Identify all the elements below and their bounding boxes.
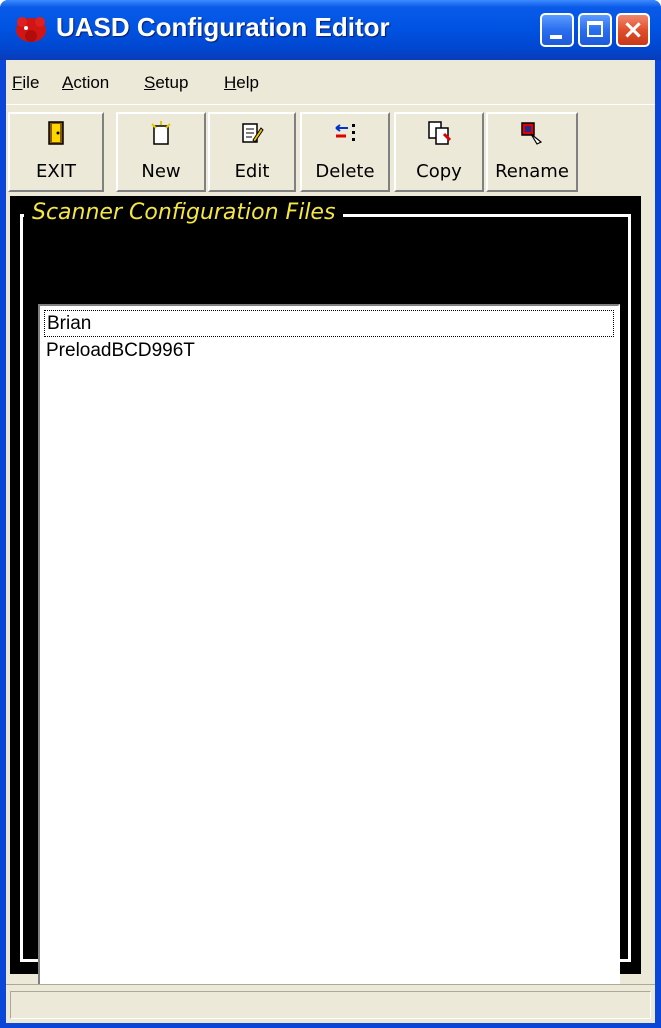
copy-document-icon [428, 121, 452, 145]
menu-help-accel: H [224, 73, 237, 92]
toolbar: EXIT New Edit Delete Copy Rename [6, 106, 655, 192]
exit-label: EXIT [35, 161, 76, 182]
menu-help-label: elp [236, 73, 259, 92]
delete-button[interactable]: Delete [300, 112, 390, 192]
menu-action-label: ction [73, 73, 110, 92]
delete-label: Delete [315, 161, 375, 182]
app-window: UASD Configuration Editor × File Action … [0, 0, 661, 1028]
window-title: UASD Configuration Editor [56, 12, 390, 42]
close-icon: × [622, 15, 644, 45]
close-button[interactable]: × [616, 13, 650, 47]
config-files-listbox[interactable]: Brian PreloadBCD996T [38, 304, 620, 1000]
config-files-panel: Scanner Configuration Files Brian Preloa… [10, 196, 641, 1000]
status-panel [10, 991, 651, 1019]
copy-label: Copy [416, 161, 462, 182]
menu-file-label: ile [22, 73, 40, 92]
menu-setup-label: etup [155, 73, 189, 92]
minimize-button[interactable] [540, 13, 574, 47]
menu-setup[interactable]: Setup [144, 73, 188, 93]
status-bar [6, 984, 655, 1023]
new-document-icon [151, 121, 171, 145]
menu-action-accel: A [62, 73, 74, 92]
delete-arrows-icon [335, 124, 355, 141]
rename-button[interactable]: Rename [486, 112, 578, 192]
menu-file-accel: F [12, 73, 23, 92]
rename-label: Rename [495, 161, 569, 182]
title-bar[interactable]: UASD Configuration Editor × [0, 0, 661, 60]
maximize-button[interactable] [578, 13, 612, 47]
client-area: File Action Setup Help EXIT New Edit Del… [6, 60, 655, 1023]
menu-action[interactable]: Action [62, 73, 109, 93]
menu-file[interactable]: File [12, 73, 39, 93]
list-item[interactable]: Brian [44, 310, 614, 337]
edit-label: Edit [234, 161, 270, 182]
list-item[interactable]: PreloadBCD996T [44, 338, 614, 365]
edit-button[interactable]: Edit [208, 112, 296, 192]
edit-document-icon [242, 123, 264, 143]
exit-button[interactable]: EXIT [8, 112, 104, 192]
minimize-icon [550, 35, 562, 39]
maximize-icon [587, 21, 603, 37]
door-exit-icon [48, 121, 64, 145]
copy-button[interactable]: Copy [394, 112, 484, 192]
new-label: New [141, 161, 181, 182]
rename-icon [521, 122, 543, 145]
menu-help[interactable]: Help [224, 73, 259, 93]
app-logo-icon[interactable] [14, 14, 48, 44]
new-button[interactable]: New [116, 112, 206, 192]
menu-setup-accel: S [144, 73, 156, 92]
config-files-group-title: Scanner Configuration Files [24, 200, 344, 225]
menu-bar: File Action Setup Help [6, 60, 655, 105]
